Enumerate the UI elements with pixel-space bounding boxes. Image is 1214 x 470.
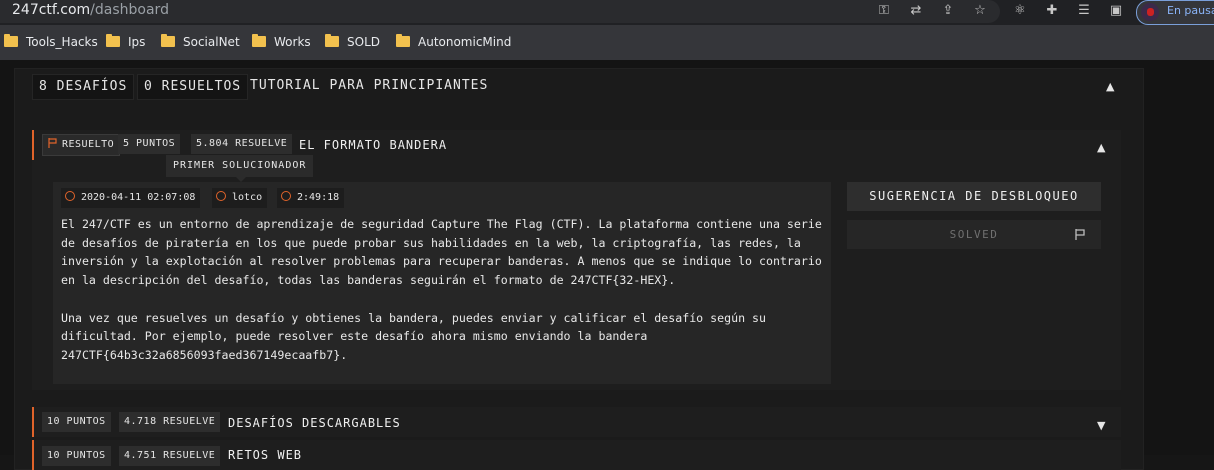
tab-challenges[interactable]: 8 DESAFÍOS [32, 74, 135, 100]
card-accent [32, 407, 34, 437]
folder-icon [161, 34, 175, 47]
tab-beginner-tutorial[interactable]: TUTORIAL PARA PRINCIPIANTES [244, 74, 494, 98]
resolved-badge: RESUELTO [42, 134, 121, 156]
first-solve-duration: 2:49:18 [277, 188, 345, 208]
folder-icon [252, 34, 266, 47]
first-solver-name: lotco [232, 192, 263, 203]
flag-icon [1075, 229, 1085, 240]
points-badge: 10 PUNTOS [42, 446, 111, 466]
first-solve-date: 2020-04-11 02:07:08 [61, 188, 201, 208]
timer-icon [281, 191, 291, 201]
solved-button: SOLVED [847, 220, 1101, 249]
unlock-hint-button[interactable]: SUGERENCIA DE DESBLOQUEO [847, 182, 1101, 211]
bookmark-label: SOLD [347, 35, 380, 49]
bookmark-label: Ips [128, 35, 146, 49]
resolved-label: RESUELTO [62, 139, 115, 150]
browser-toolbar: 247ctf.com/dashboard ⚿ ⇄ ⇪ ☆ ⚛ ✚ ☰ ▣ En … [0, 0, 1214, 25]
clock-icon [65, 191, 75, 201]
solves-badge: 4.718 RESUELVE [119, 412, 221, 432]
card-accent [32, 130, 34, 160]
first-solver: lotco [212, 188, 268, 208]
folder-icon [325, 34, 339, 47]
bookmark-folder-autonomicmind[interactable]: AutonomicMind [396, 34, 512, 51]
address-bar[interactable]: 247ctf.com/dashboard ⚿ ⇄ ⇪ ☆ [0, 0, 1000, 23]
profile-label: En pausa [1167, 4, 1214, 17]
share-icon[interactable]: ⇪ [940, 3, 956, 19]
bookmark-folder-socialnet[interactable]: SocialNet [161, 34, 240, 51]
challenge-title[interactable]: RETOS WEB [228, 448, 302, 462]
bookmark-folder-works[interactable]: Works [252, 34, 311, 51]
side-panel-icon[interactable]: ▣ [1108, 3, 1124, 19]
solved-label: SOLVED [949, 228, 999, 241]
first-solver-tooltip: PRIMER SOLUCIONADOR [166, 155, 314, 182]
extensions-icon[interactable]: ✚ [1044, 3, 1060, 19]
translate-icon[interactable]: ⇄ [908, 3, 924, 19]
challenge-description: El 247/CTF es un entorno de aprendizaje … [61, 217, 822, 362]
collapse-chevron-up-icon[interactable]: ▲ [1106, 80, 1114, 93]
solves-badge: 4.751 RESUELVE [119, 446, 221, 466]
first-solve-date-value: 2020-04-11 02:07:08 [81, 192, 196, 203]
folder-icon [4, 34, 18, 47]
challenge-description-box: 2020-04-11 02:07:08 lotco 2:49:18 El 247… [53, 182, 831, 384]
react-devtools-icon[interactable]: ⚛ [1012, 3, 1028, 19]
points-badge: 5 PUNTOS [118, 134, 181, 154]
bookmark-label: AutonomicMind [418, 35, 512, 49]
collapse-chevron-up-icon[interactable]: ▲ [1097, 141, 1105, 154]
first-solve-duration-value: 2:49:18 [297, 192, 340, 203]
media-queue-icon[interactable]: ☰ [1076, 3, 1092, 19]
bookmarks-bar: Tools_Hacks Ips SocialNet Works SOLD Aut… [0, 25, 1214, 60]
bookmark-folder-ips[interactable]: Ips [106, 34, 146, 51]
folder-icon [396, 34, 410, 47]
bookmark-label: Tools_Hacks [26, 35, 98, 49]
bookmark-label: Works [274, 35, 311, 49]
url-path: /dashboard [90, 2, 169, 18]
star-icon[interactable]: ☆ [972, 3, 988, 19]
card-accent [32, 440, 34, 470]
folder-icon [106, 34, 120, 47]
challenge-title[interactable]: DESAFÍOS DESCARGABLES [228, 416, 401, 430]
url-host: 247ctf.com [12, 2, 91, 18]
challenge-title[interactable]: EL FORMATO BANDERA [299, 138, 447, 152]
tab-solved[interactable]: 0 RESUELTOS [137, 74, 249, 100]
flag-icon [48, 138, 57, 148]
bookmark-label: SocialNet [183, 35, 240, 49]
points-badge: 10 PUNTOS [42, 412, 111, 432]
expand-chevron-down-icon[interactable]: ▼ [1097, 419, 1105, 432]
avatar [1141, 3, 1159, 21]
url-text[interactable]: 247ctf.com/dashboard [12, 2, 169, 18]
bookmark-folder-sold[interactable]: SOLD [325, 34, 380, 51]
bookmark-folder-tools-hacks[interactable]: Tools_Hacks [4, 34, 98, 51]
user-icon [216, 191, 226, 201]
key-icon[interactable]: ⚿ [876, 3, 892, 19]
solves-badge: 5.804 RESUELVE [191, 134, 293, 154]
profile-button[interactable]: En pausa [1136, 0, 1214, 25]
